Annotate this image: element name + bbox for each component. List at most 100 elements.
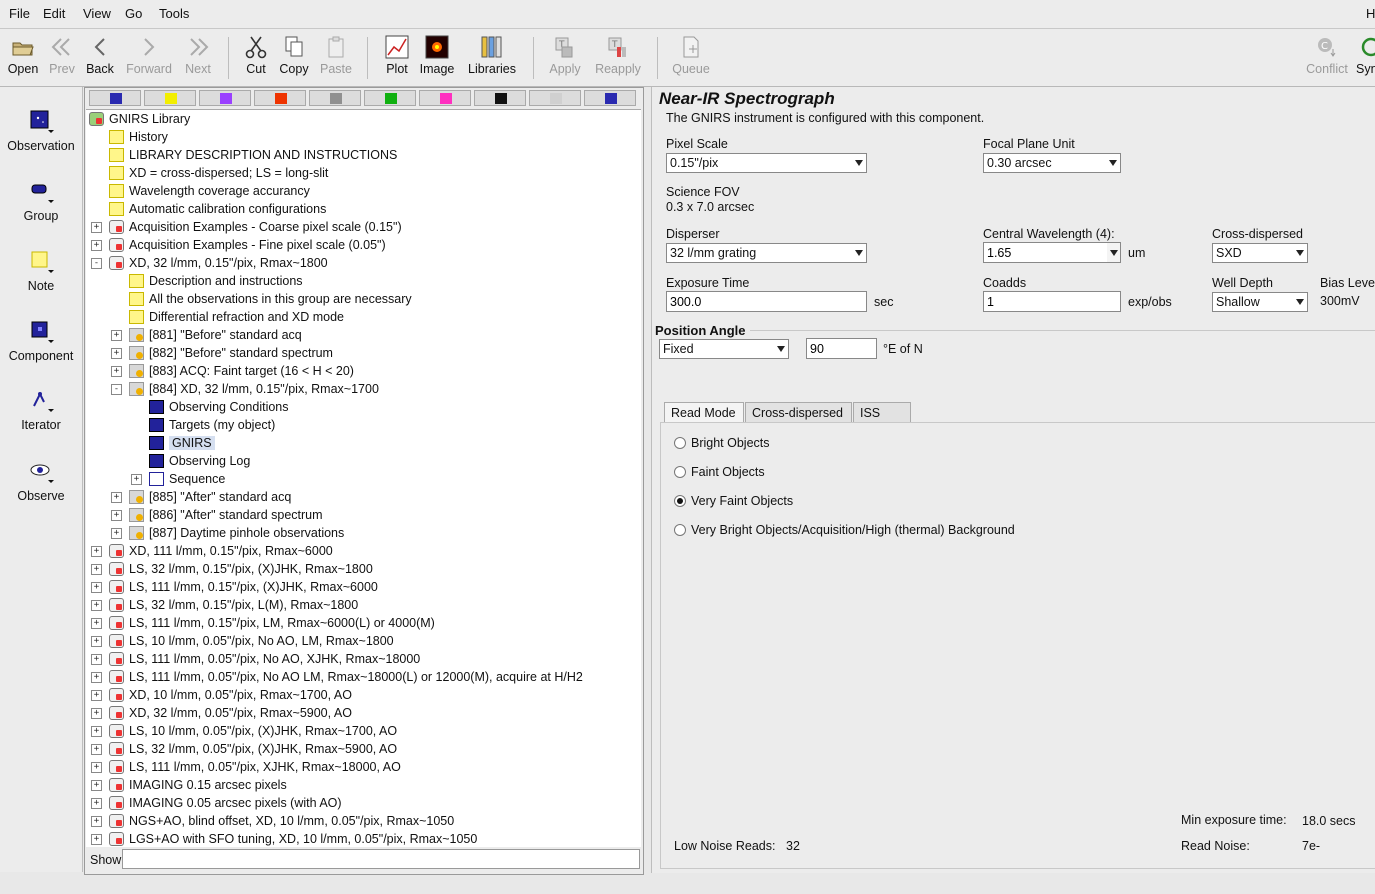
palette-tab[interactable] [364,90,416,106]
expand-node-icon[interactable]: + [91,222,102,233]
expand-node-icon[interactable]: + [91,654,102,665]
image-button[interactable]: Image [418,33,456,83]
tree-row[interactable]: LGS+AO with SFO tuning, XD, 10 l/mm, 0.0… [109,830,477,847]
tree-row[interactable]: GNIRS Library [89,110,190,128]
tree-row[interactable]: XD = cross-dispersed; LS = long-slit [109,164,328,182]
menu-file[interactable]: File [9,6,30,21]
expand-node-icon[interactable]: + [91,600,102,611]
back-button[interactable]: Back [84,33,116,83]
pixel-scale-select[interactable]: 0.15"/pix [666,153,867,173]
position-angle-input[interactable] [806,338,877,359]
tree-row[interactable]: XD, 32 l/mm, 0.15"/pix, Rmax~1800 [109,254,328,272]
paste-button[interactable]: Paste [318,33,354,83]
position-angle-mode-select[interactable]: Fixed [659,339,789,359]
tree-row[interactable]: [885] "After" standard acq [129,488,291,506]
radio-very-faint-objects[interactable] [674,495,686,507]
tab-cross-dispersed[interactable]: Cross-dispersed [745,402,852,422]
libraries-button[interactable]: Libraries [465,33,519,83]
expand-node-icon[interactable]: + [91,816,102,827]
radio-faint-objects[interactable] [674,466,686,478]
expand-node-icon[interactable]: + [91,798,102,809]
expand-node-icon[interactable]: + [91,240,102,251]
open-button[interactable]: Open [4,33,42,83]
tree-row[interactable]: [887] Daytime pinhole observations [129,524,344,542]
expand-node-icon[interactable]: + [91,744,102,755]
tree-row[interactable]: [882] "Before" standard spectrum [129,344,333,362]
palette-tab[interactable] [144,90,196,106]
tree-row[interactable]: [883] ACQ: Faint target (16 < H < 20) [129,362,354,380]
expand-node-icon[interactable]: + [111,510,122,521]
tree-row[interactable]: LS, 10 l/mm, 0.05"/pix, No AO, LM, Rmax~… [109,632,394,650]
menu-tools[interactable]: Tools [159,6,189,21]
palette-tab[interactable] [474,90,526,106]
expand-node-icon[interactable]: + [111,528,122,539]
tree-row[interactable]: IMAGING 0.05 arcsec pixels (with AO) [109,794,342,812]
reapply-button[interactable]: T Reapply [592,33,644,83]
menu-help-partial[interactable]: H [1366,6,1375,21]
tree-row[interactable]: Acquisition Examples - Fine pixel scale … [109,236,386,254]
tree-row[interactable]: Automatic calibration configurations [109,200,326,218]
add-group-button[interactable]: Group [0,179,82,223]
tree-row[interactable]: Acquisition Examples - Coarse pixel scal… [109,218,402,236]
tree-row[interactable]: Description and instructions [129,272,303,290]
radio-bright-objects[interactable] [674,437,686,449]
cross-dispersed-select[interactable]: SXD [1212,243,1308,263]
show-filter-input[interactable] [122,849,640,869]
expand-node-icon[interactable]: + [111,348,122,359]
expand-node-icon[interactable]: + [91,564,102,575]
expand-node-icon[interactable]: + [91,834,102,845]
collapse-node-icon[interactable]: - [91,258,102,269]
cut-button[interactable]: Cut [242,33,270,83]
palette-tab[interactable] [309,90,361,106]
tree-row[interactable]: IMAGING 0.15 arcsec pixels [109,776,287,794]
add-note-button[interactable]: Note [0,249,82,293]
disperser-select[interactable]: 32 l/mm grating [666,243,867,263]
prev-button[interactable]: Prev [46,33,78,83]
palette-tab[interactable] [584,90,636,106]
palette-tab[interactable] [89,90,141,106]
palette-tab[interactable] [529,90,581,106]
expand-node-icon[interactable]: + [91,546,102,557]
queue-button[interactable]: Queue [670,33,712,83]
tree-row[interactable]: Sequence [149,470,225,488]
tree-row[interactable]: LS, 111 l/mm, 0.15"/pix, (X)JHK, Rmax~60… [109,578,378,596]
tree-row[interactable]: XD, 32 l/mm, 0.05"/pix, Rmax~5900, AO [109,704,352,722]
expand-node-icon[interactable]: + [91,690,102,701]
expand-node-icon[interactable]: + [111,366,122,377]
tree-row[interactable]: [881] "Before" standard acq [129,326,302,344]
palette-tab[interactable] [199,90,251,106]
well-depth-select[interactable]: Shallow [1212,292,1308,312]
collapse-node-icon[interactable]: - [111,384,122,395]
next-button[interactable]: Next [182,33,214,83]
add-iterator-button[interactable]: Iterator [0,388,82,432]
coadds-input[interactable] [983,291,1121,312]
exposure-time-input[interactable] [666,291,867,312]
tree-row[interactable]: LS, 111 l/mm, 0.05"/pix, No AO, XJHK, Rm… [109,650,420,668]
menu-view[interactable]: View [83,6,111,21]
central-wavelength-dropdown[interactable] [1107,242,1121,263]
expand-node-icon[interactable]: + [111,330,122,341]
sync-button[interactable]: Syn [1356,33,1375,83]
tree-row[interactable]: History [109,128,168,146]
add-observe-button[interactable]: Observe [0,459,82,503]
tree-row[interactable]: LS, 32 l/mm, 0.05"/pix, (X)JHK, Rmax~590… [109,740,397,758]
tree-row[interactable]: LS, 111 l/mm, 0.05"/pix, No AO LM, Rmax~… [109,668,583,686]
tree-row[interactable]: Observing Conditions [149,398,289,416]
tab-iss-port[interactable]: ISS Port [853,402,911,440]
tree-row[interactable]: LS, 32 l/mm, 0.15"/pix, (X)JHK, Rmax~180… [109,560,373,578]
expand-node-icon[interactable]: + [91,618,102,629]
expand-node-icon[interactable]: + [91,780,102,791]
copy-button[interactable]: Copy [278,33,310,83]
menu-edit[interactable]: Edit [43,6,65,21]
add-component-button[interactable]: Component [0,319,82,363]
add-observation-button[interactable]: Observation [0,109,82,153]
program-tree[interactable]: GNIRS Library History LIBRARY DESCRIPTION … [86,109,641,847]
apply-button[interactable]: T Apply [546,33,584,83]
tree-row[interactable]: [884] XD, 32 l/mm, 0.15"/pix, Rmax~1700 [129,380,379,398]
focal-plane-select[interactable]: 0.30 arcsec [983,153,1121,173]
plot-button[interactable]: Plot [381,33,413,83]
expand-node-icon[interactable]: + [111,492,122,503]
tree-row[interactable]: GNIRS [149,434,215,452]
tree-row[interactable]: LS, 111 l/mm, 0.15"/pix, LM, Rmax~6000(L… [109,614,435,632]
tree-row[interactable]: XD, 10 l/mm, 0.05"/pix, Rmax~1700, AO [109,686,352,704]
